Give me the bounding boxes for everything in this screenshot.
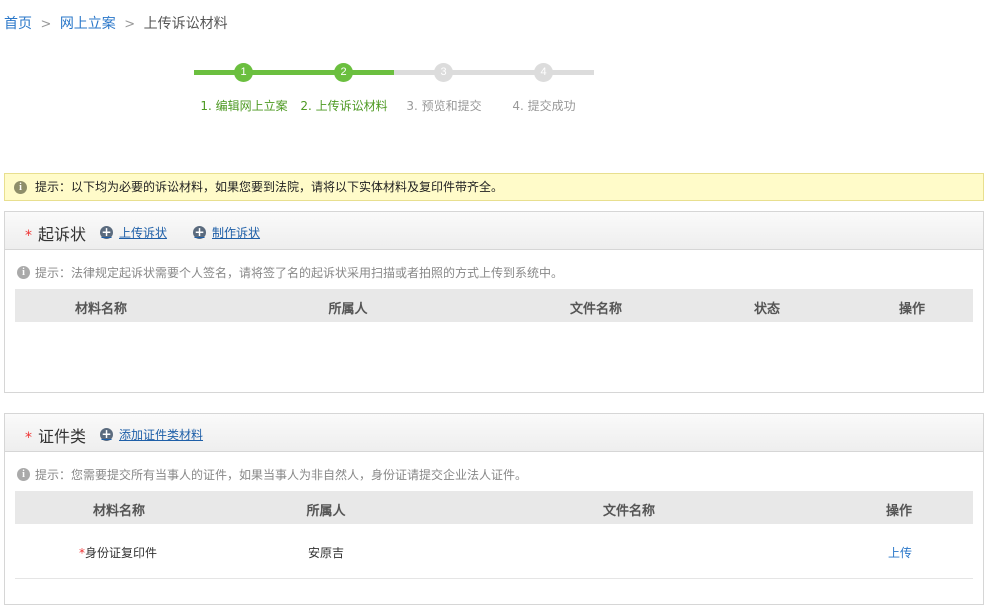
- progress-line-todo: [394, 70, 594, 75]
- certificates-panel: * 证件类 + 添加证件类材料 i 提示：您需要提交所有当事人的证件，如果当事人为…: [4, 413, 984, 605]
- certificates-hint: i 提示：您需要提交所有当事人的证件，如果当事人为非自然人，身份证请提交企业法人…: [17, 466, 527, 483]
- notice-bar: i 提示：以下均为必要的诉讼材料，如果您要到法院，请将以下实体材料及复印件带齐全…: [4, 173, 984, 201]
- column-header: 所属人: [328, 302, 368, 317]
- required-marker: *: [25, 430, 32, 446]
- column-header: 状态: [753, 302, 781, 317]
- complaint-panel-header: * 起诉状 + 上传诉状 + 制作诉状: [5, 212, 983, 250]
- column-header: 材料名称: [74, 302, 128, 317]
- action-cell: 上传: [888, 544, 912, 561]
- plus-circle-icon: +: [100, 225, 113, 239]
- complaint-hint: i 提示：法律规定起诉状需要个人签名，请将签了名的起诉状采用扫描或者拍照的方式上…: [17, 264, 563, 281]
- plus-circle-icon: +: [100, 427, 113, 441]
- breadcrumb-current: 上传诉讼材料: [143, 16, 228, 32]
- make-complaint-button[interactable]: + 制作诉状: [193, 224, 260, 241]
- add-certificate-button[interactable]: + 添加证件类材料: [100, 426, 203, 443]
- column-header: 文件名称: [602, 504, 656, 519]
- chevron-right-icon: >: [124, 17, 136, 32]
- table-row: *身份证复印件 安原吉 上传: [15, 524, 973, 579]
- chevron-right-icon: >: [40, 17, 52, 32]
- upload-link[interactable]: 上传: [888, 546, 912, 560]
- column-header: 文件名称: [569, 302, 623, 317]
- step-2-label: 2. 上传诉讼材料: [300, 99, 388, 113]
- step-progress: 1 2 3 4 1. 编辑网上立案 2. 上传诉讼材料 3. 预览和提交 4. …: [194, 62, 594, 122]
- breadcrumb-online-filing-link[interactable]: 网上立案: [60, 16, 116, 32]
- progress-line-done: [194, 70, 394, 75]
- info-icon: i: [14, 181, 27, 194]
- column-header: 操作: [885, 504, 913, 519]
- owner-cell: 安原吉: [308, 546, 345, 560]
- step-4-label: 4. 提交成功: [512, 99, 576, 113]
- step-4-dot: 4: [534, 63, 553, 82]
- column-header: 所属人: [306, 504, 346, 519]
- info-icon: i: [17, 468, 30, 481]
- breadcrumb-home-link[interactable]: 首页: [4, 16, 32, 32]
- step-2-dot: 2: [334, 63, 353, 82]
- complaint-table-header: 材料名称 所属人 文件名称 状态 操作: [15, 289, 973, 322]
- column-header: 材料名称: [92, 504, 146, 519]
- step-3-label: 3. 预览和提交: [406, 99, 482, 113]
- certificates-title: * 证件类: [25, 427, 87, 446]
- info-icon: i: [17, 266, 30, 279]
- certificates-table-header: 材料名称 所属人 文件名称 操作: [15, 491, 973, 524]
- upload-complaint-button[interactable]: + 上传诉状: [100, 224, 167, 241]
- required-marker: *: [25, 228, 32, 244]
- step-3-dot: 3: [434, 63, 453, 82]
- complaint-panel: * 起诉状 + 上传诉状 + 制作诉状 i 提示：法律规定起诉状需要个人签名，请将…: [4, 211, 984, 393]
- notice-text: 提示：以下均为必要的诉讼材料，如果您要到法院，请将以下实体材料及复印件带齐全。: [35, 180, 504, 194]
- material-name-cell: *身份证复印件: [79, 546, 158, 560]
- step-1-dot: 1: [234, 63, 253, 82]
- complaint-title: * 起诉状: [25, 225, 87, 244]
- certificates-panel-header: * 证件类 + 添加证件类材料: [5, 414, 983, 452]
- column-header: 操作: [898, 302, 926, 317]
- plus-circle-icon: +: [193, 225, 206, 239]
- breadcrumb: 首页 > 网上立案 > 上传诉讼材料: [4, 13, 228, 33]
- step-1-label: 1. 编辑网上立案: [200, 99, 288, 113]
